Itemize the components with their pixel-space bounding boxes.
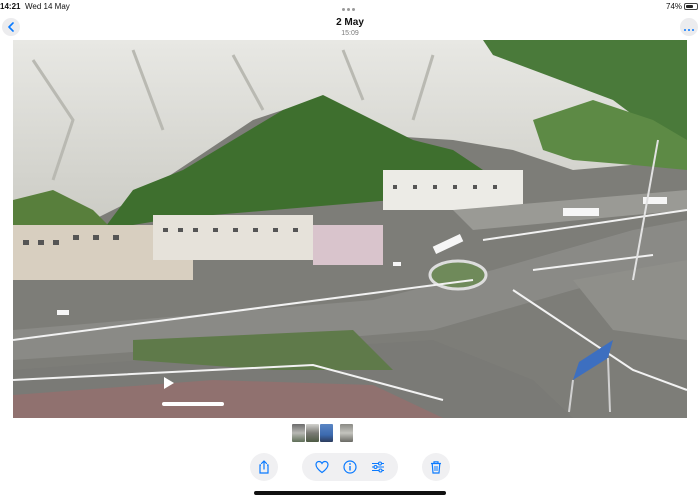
title-block: 2 May 15:09: [300, 17, 400, 38]
video-scrubber[interactable]: [162, 402, 224, 406]
thumbnail[interactable]: [306, 424, 319, 442]
status-date: Wed 14 May: [25, 2, 70, 11]
share-button[interactable]: [250, 453, 278, 481]
adjust-icon: [372, 461, 384, 473]
thumbnail[interactable]: [340, 424, 353, 442]
status-time: 14:21: [0, 2, 21, 11]
ellipsis-icon: [683, 18, 695, 36]
adjust-button[interactable]: [368, 457, 388, 477]
photo-actions-group: [302, 453, 398, 481]
photo-viewer[interactable]: [13, 40, 687, 418]
thumbnail-strip: [292, 424, 354, 442]
thumbnail-selected[interactable]: [320, 424, 333, 442]
chevron-left-icon: [8, 22, 14, 32]
favorite-button[interactable]: [312, 457, 332, 477]
delete-button[interactable]: [422, 453, 450, 481]
info-icon: [343, 460, 357, 474]
info-button[interactable]: [340, 457, 360, 477]
play-icon[interactable]: [163, 377, 175, 389]
trash-icon: [431, 461, 441, 474]
page-subtitle: 15:09: [341, 30, 359, 37]
battery-icon: [684, 3, 698, 10]
more-button[interactable]: [680, 18, 698, 36]
multitasking-dots-icon[interactable]: [342, 4, 358, 11]
back-button[interactable]: [2, 18, 20, 36]
heart-icon: [315, 460, 329, 474]
thumbnail[interactable]: [292, 424, 305, 442]
status-bar: 14:21 Wed 14 May 74%: [0, 0, 700, 14]
home-indicator[interactable]: [254, 491, 446, 495]
page-title: 2 May: [336, 17, 364, 28]
battery-percent: 74%: [666, 2, 683, 11]
aerial-photo: [13, 40, 687, 418]
nav-bar: 2 May 15:09: [0, 14, 700, 40]
share-icon: [259, 460, 269, 474]
